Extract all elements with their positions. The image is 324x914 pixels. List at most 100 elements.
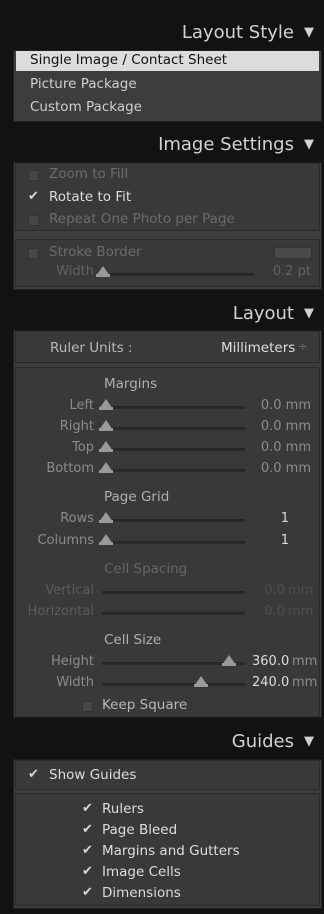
columns-slider-thumb[interactable] <box>99 534 113 545</box>
margin-left-slider-thumb[interactable] <box>99 399 113 410</box>
collapse-triangle-icon[interactable]: ▼ <box>304 137 314 152</box>
image-settings-panel: Zoom to Fill ✔ Rotate to Fit Repeat One … <box>13 162 322 290</box>
page-grid-title: Page Grid <box>104 489 170 505</box>
layout-style-panel: Single Image / Contact Sheet Picture Pac… <box>13 50 322 122</box>
layout-style-item-custom-package[interactable]: Custom Package <box>30 99 142 115</box>
cell-width-slider-track[interactable] <box>102 683 245 686</box>
collapse-triangle-icon[interactable]: ▼ <box>304 25 314 40</box>
stroke-border-label: Stroke Border <box>49 244 142 260</box>
layout-settings-area: Margins Left 0.0 mm Right 0.0 mm Top 0.0… <box>15 367 320 717</box>
margin-bottom-value[interactable]: 0.0 mm <box>252 461 311 476</box>
layout-style-item-label: Single Image / Contact Sheet <box>30 52 228 68</box>
layout-panel: Ruler Units : Millimeters ÷ Margins Left… <box>13 330 322 718</box>
cell-height-unit: mm <box>292 654 318 669</box>
layout-header[interactable]: Layout ▼ <box>13 295 322 331</box>
guides-title: Guides <box>231 730 294 752</box>
margins-title: Margins <box>104 376 158 392</box>
collapse-triangle-icon[interactable]: ▼ <box>304 306 314 321</box>
horizontal-spacing-slider-track[interactable] <box>102 612 245 615</box>
margin-top-slider-thumb[interactable] <box>99 441 113 452</box>
margin-bottom-label: Bottom <box>46 461 94 476</box>
margins-gutters-checkbox[interactable]: ✔ <box>82 844 93 857</box>
image-cells-label: Image Cells <box>102 864 181 880</box>
margin-right-label: Right <box>59 419 94 434</box>
ruler-units-row: Ruler Units : Millimeters ÷ <box>15 331 320 363</box>
stroke-width-slider-track[interactable] <box>102 273 254 276</box>
layout-style-header[interactable]: Layout Style ▼ <box>13 14 322 50</box>
cell-height-label: Height <box>51 654 94 669</box>
rulers-label: Rulers <box>102 801 144 817</box>
margin-right-value[interactable]: 0.0 mm <box>252 419 311 434</box>
margin-right-slider-thumb[interactable] <box>99 420 113 431</box>
cell-width-value[interactable]: 240.0 <box>252 675 289 690</box>
repeat-one-photo-checkbox[interactable] <box>28 215 39 226</box>
layout-title: Layout <box>232 302 294 324</box>
page-bleed-checkbox[interactable]: ✔ <box>82 823 93 836</box>
ruler-units-stepper-icon[interactable]: ÷ <box>298 340 307 353</box>
guides-panel: ✔ Show Guides ✔ Rulers ✔ Page Bleed ✔ Ma… <box>13 759 322 909</box>
stroke-width-slider-thumb[interactable] <box>96 266 110 277</box>
rows-slider-thumb[interactable] <box>99 512 113 523</box>
horizontal-spacing-value[interactable]: 0.0 <box>252 604 285 619</box>
stroke-border-checkbox[interactable] <box>28 248 39 259</box>
rows-slider-track[interactable] <box>102 519 245 522</box>
image-settings-options: Zoom to Fill ✔ Rotate to Fit Repeat One … <box>15 163 320 231</box>
cell-height-slider-thumb[interactable] <box>222 655 236 666</box>
margin-bottom-slider-track[interactable] <box>102 469 245 472</box>
ruler-units-label: Ruler Units : <box>50 340 133 356</box>
margin-left-label: Left <box>69 398 94 413</box>
rows-value[interactable]: 1 <box>252 511 289 526</box>
rotate-to-fit-label: Rotate to Fit <box>49 189 132 205</box>
layout-style-item-single-image[interactable]: Single Image / Contact Sheet <box>16 51 319 71</box>
show-guides-row: ✔ Show Guides <box>15 760 320 790</box>
cell-width-unit: mm <box>292 675 318 690</box>
show-guides-label: Show Guides <box>49 767 137 783</box>
stroke-color-swatch[interactable] <box>274 247 312 259</box>
margins-gutters-label: Margins and Gutters <box>102 843 240 859</box>
vertical-spacing-unit: mm <box>288 583 314 598</box>
stroke-border-section: Stroke Border Width 0.2 pt <box>15 239 320 287</box>
margin-left-value[interactable]: 0.0 mm <box>252 398 311 413</box>
dimensions-label: Dimensions <box>102 885 181 901</box>
stroke-width-label: Width <box>56 264 94 279</box>
layout-style-title: Layout Style <box>181 21 294 43</box>
stroke-width-value[interactable]: 0.2 pt <box>256 264 311 279</box>
horizontal-spacing-label: Horizontal <box>27 604 94 619</box>
dimensions-checkbox[interactable]: ✔ <box>82 886 93 899</box>
margin-bottom-slider-thumb[interactable] <box>99 462 113 473</box>
rows-label: Rows <box>60 511 94 526</box>
rotate-to-fit-checkbox[interactable]: ✔ <box>28 190 39 203</box>
image-settings-header[interactable]: Image Settings ▼ <box>13 126 322 162</box>
columns-value[interactable]: 1 <box>252 533 289 548</box>
margin-right-slider-track[interactable] <box>102 427 245 430</box>
vertical-spacing-slider-track[interactable] <box>102 591 245 594</box>
cell-spacing-title: Cell Spacing <box>104 561 188 577</box>
cell-width-label: Width <box>56 675 94 690</box>
horizontal-spacing-unit: mm <box>288 604 314 619</box>
collapse-triangle-icon[interactable]: ▼ <box>304 734 314 749</box>
vertical-spacing-value[interactable]: 0.0 <box>252 583 285 598</box>
cell-size-title: Cell Size <box>104 632 162 648</box>
keep-square-label: Keep Square <box>102 697 188 713</box>
rulers-checkbox[interactable]: ✔ <box>82 802 93 815</box>
cell-width-slider-thumb[interactable] <box>194 676 208 687</box>
guides-header[interactable]: Guides ▼ <box>13 723 322 759</box>
show-guides-checkbox[interactable]: ✔ <box>28 768 39 781</box>
guides-options: ✔ Rulers ✔ Page Bleed ✔ Margins and Gutt… <box>15 793 320 906</box>
vertical-spacing-label: Vertical <box>45 583 94 598</box>
page-bleed-label: Page Bleed <box>102 822 178 838</box>
columns-slider-track[interactable] <box>102 541 245 544</box>
image-settings-title: Image Settings <box>158 133 294 155</box>
margin-top-label: Top <box>72 440 94 455</box>
layout-style-item-picture-package[interactable]: Picture Package <box>30 76 137 92</box>
margin-top-slider-track[interactable] <box>102 448 245 451</box>
margin-top-value[interactable]: 0.0 mm <box>252 440 311 455</box>
margin-left-slider-track[interactable] <box>102 406 245 409</box>
columns-label: Columns <box>37 533 94 548</box>
zoom-to-fill-checkbox[interactable] <box>28 170 39 181</box>
ruler-units-dropdown[interactable]: Millimeters <box>221 340 295 356</box>
cell-height-value[interactable]: 360.0 <box>252 654 289 669</box>
image-cells-checkbox[interactable]: ✔ <box>82 865 93 878</box>
keep-square-checkbox[interactable] <box>82 701 93 712</box>
zoom-to-fill-label: Zoom to Fill <box>49 166 129 182</box>
